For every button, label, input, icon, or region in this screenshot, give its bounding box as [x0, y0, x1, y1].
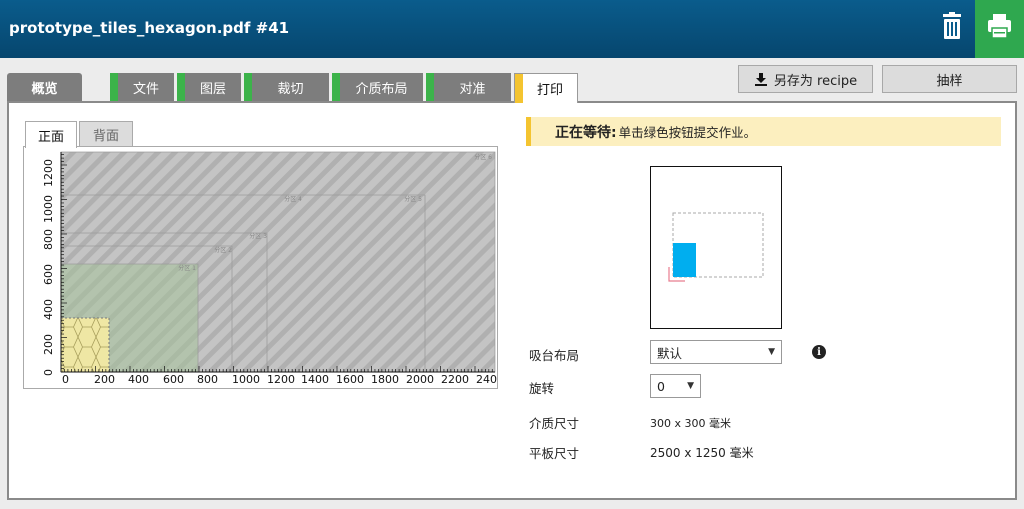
- y-tick-800: 800: [42, 229, 55, 250]
- tab-align[interactable]: 对准: [426, 73, 511, 102]
- x-tick-1200: 1200: [267, 373, 295, 386]
- tab-back-side-label: 背面: [92, 128, 119, 144]
- x-tick-200: 200: [94, 373, 115, 386]
- tab-layers[interactable]: 图层: [177, 73, 241, 102]
- tab-file-label: 文件: [132, 82, 159, 97]
- job-title: prototype_tiles_hexagon.pdf #41: [9, 19, 290, 37]
- table-size-label: 平板尺寸: [529, 446, 580, 461]
- x-tick-1000: 1000: [232, 373, 260, 386]
- tab-media-layout[interactable]: 介质布局: [332, 73, 423, 102]
- tab-back-side[interactable]: 背面: [79, 121, 133, 147]
- sample-label: 抽样: [936, 73, 963, 89]
- media-placement: [673, 243, 696, 277]
- y-tick-400: 400: [42, 299, 55, 320]
- trash-icon[interactable]: [940, 12, 964, 40]
- sample-button[interactable]: 抽样: [882, 65, 1017, 93]
- x-tick-2000: 2000: [406, 373, 434, 386]
- y-tick-1000: 1000: [42, 195, 55, 223]
- tab-media-layout-label: 介质布局: [355, 82, 408, 97]
- submit-print-button[interactable]: [975, 0, 1024, 58]
- y-tick-600: 600: [42, 264, 55, 285]
- zone-6-label: 分区 6: [474, 153, 492, 161]
- x-tick-1400: 1400: [301, 373, 329, 386]
- rotation-value: 0: [657, 378, 665, 394]
- media-size-label: 介质尺寸: [529, 416, 580, 431]
- vacuum-layout-select[interactable]: 默认 ▼: [650, 340, 782, 364]
- tab-print[interactable]: 打印: [514, 73, 578, 103]
- zone-3-label: 分区 3: [249, 232, 267, 240]
- table-layout-preview[interactable]: 分区 6 分区 5 分区 4 分区 3 分区 2 分区 1 0 200 400 …: [23, 146, 498, 389]
- x-tick-0: 0: [62, 373, 69, 386]
- status-text: 单击绿色按钮提交作业。: [618, 125, 757, 140]
- save-as-recipe-button[interactable]: 另存为 recipe: [738, 65, 873, 93]
- printer-icon: [988, 14, 1011, 39]
- x-tick-400: 400: [128, 373, 149, 386]
- x-tick-1600: 1600: [336, 373, 364, 386]
- chevron-down-icon: ▼: [687, 381, 694, 391]
- y-tick-200: 200: [42, 334, 55, 355]
- tab-align-label: 对准: [459, 82, 486, 97]
- zone-4-label: 分区 4: [284, 195, 302, 203]
- zone-1-label: 分区 1: [178, 264, 196, 272]
- tab-crop[interactable]: 裁切: [244, 73, 329, 102]
- media-preview: [650, 166, 782, 329]
- tab-front-side[interactable]: 正面: [25, 121, 77, 148]
- status-banner: 正在等待: 单击绿色按钮提交作业。: [526, 117, 1001, 146]
- save-as-recipe-label: 另存为 recipe: [773, 73, 858, 89]
- vacuum-layout-label: 吸台布局: [529, 348, 580, 363]
- zone-2-label: 分区 2: [214, 246, 232, 254]
- vacuum-layout-value: 默认: [657, 345, 683, 361]
- x-tick-2400: 240: [476, 373, 497, 386]
- rotation-label: 旋转: [529, 381, 555, 396]
- status-title: 正在等待:: [555, 124, 617, 141]
- tab-file[interactable]: 文件: [110, 73, 174, 102]
- app-header: prototype_tiles_hexagon.pdf #41: [0, 0, 1024, 58]
- tab-front-side-label: 正面: [37, 129, 64, 145]
- x-tick-600: 600: [163, 373, 184, 386]
- y-tick-1200: 1200: [42, 159, 55, 187]
- zone-5-label: 分区 5: [404, 195, 422, 203]
- media-hexagon-tiles: [60, 317, 110, 373]
- media-size-value: 300 x 300 毫米: [650, 417, 731, 430]
- download-icon: [754, 73, 767, 86]
- tab-crop-label: 裁切: [277, 82, 304, 97]
- tab-print-label: 打印: [536, 83, 563, 98]
- tab-overview-label: 概览: [31, 82, 58, 97]
- chevron-down-icon: ▼: [768, 347, 775, 357]
- x-tick-2200: 2200: [441, 373, 469, 386]
- tab-layers-label: 图层: [199, 82, 226, 97]
- info-icon[interactable]: i: [812, 345, 826, 359]
- table-size-value: 2500 x 1250 毫米: [650, 446, 754, 460]
- tab-overview[interactable]: 概览: [7, 73, 82, 102]
- rotation-select[interactable]: 0 ▼: [650, 374, 701, 398]
- x-tick-800: 800: [197, 373, 218, 386]
- x-tick-1800: 1800: [371, 373, 399, 386]
- y-tick-0: 0: [42, 369, 55, 376]
